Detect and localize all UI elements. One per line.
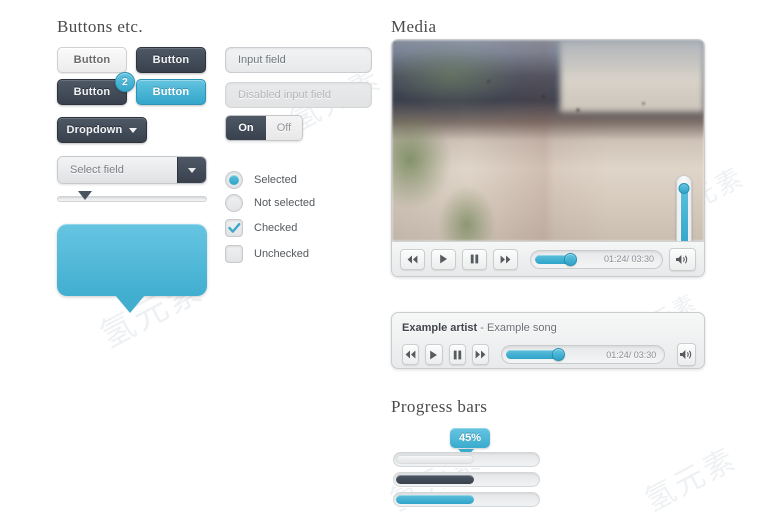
play-icon[interactable] <box>425 344 443 365</box>
video-still-speck <box>542 95 545 98</box>
radio-dot <box>229 175 239 185</box>
buttons-section-heading: Buttons etc. <box>57 17 144 36</box>
audio-seek-track[interactable] <box>506 348 600 361</box>
progress-bar-blue <box>393 492 540 507</box>
notification-badge: 2 <box>115 72 135 92</box>
video-seek-track[interactable] <box>535 252 598 266</box>
speaker-icon[interactable] <box>677 343 696 366</box>
dark-button-with-badge[interactable]: Button 2 <box>57 72 135 105</box>
select-field-value: Select field <box>58 157 177 183</box>
audio-controls-bar: 01:24/ 03:30 <box>402 343 696 366</box>
radio-selected-row[interactable]: Selected <box>225 171 297 189</box>
dark-badge-button-label: Button <box>73 86 111 98</box>
chevron-down-icon <box>129 127 138 133</box>
video-time-display: 01:24/ 03:30 <box>603 254 654 264</box>
video-still-speck <box>576 108 580 112</box>
radio-not-selected-row[interactable]: Not selected <box>225 194 315 212</box>
dropdown-button[interactable]: Dropdown <box>57 117 147 143</box>
checkbox-checked-row[interactable]: Checked <box>225 219 297 237</box>
radio-selected-icon[interactable] <box>225 171 243 189</box>
speech-bubble-tail <box>115 295 145 313</box>
chevron-down-icon <box>188 167 196 173</box>
select-field[interactable]: Select field <box>57 156 207 184</box>
video-still-speck <box>487 80 490 83</box>
play-icon[interactable] <box>431 248 456 270</box>
dropdown-button-label: Dropdown <box>66 124 123 136</box>
checkbox-unchecked-label: Unchecked <box>254 248 310 260</box>
toggle-off-segment[interactable]: Off <box>266 116 302 140</box>
speech-bubble <box>57 224 207 296</box>
range-slider-thumb[interactable] <box>77 191 92 200</box>
text-input[interactable]: Input field <box>225 47 372 73</box>
checkbox-checked-label: Checked <box>254 222 298 234</box>
ui-kit-canvas: Buttons etc. Button Button Button 2 Butt… <box>0 0 760 530</box>
fast-forward-icon[interactable] <box>471 344 490 365</box>
audio-artist: Example artist <box>402 322 478 334</box>
radio-selected-label: Selected <box>254 174 297 186</box>
audio-song: Example song <box>486 322 557 334</box>
rewind-icon[interactable] <box>402 344 420 365</box>
fast-forward-icon[interactable] <box>493 248 518 270</box>
audio-separator: - <box>477 322 487 334</box>
video-still-sky <box>560 40 704 113</box>
disabled-text-input: Disabled input field <box>225 82 372 108</box>
audio-time-display: 01:24/ 03:30 <box>606 349 657 360</box>
progress-tooltip: 45% <box>450 428 491 448</box>
radio-unselected-icon[interactable] <box>225 194 243 212</box>
video-controls-bar: 01:24/ 03:30 <box>392 241 704 276</box>
speaker-icon[interactable] <box>669 247 696 271</box>
video-still-image <box>392 40 704 241</box>
audio-seek-bar[interactable]: 01:24/ 03:30 <box>501 345 666 364</box>
dark-button[interactable]: Button <box>136 47 206 73</box>
toggle-on-segment[interactable]: On <box>226 116 266 140</box>
pause-icon[interactable] <box>462 248 487 270</box>
audio-player[interactable]: Example artist - Example song 01:24/ 03:… <box>391 312 705 369</box>
progress-bar-light <box>393 452 540 467</box>
progress-bar-dark-fill <box>396 475 474 484</box>
progress-bar-light-fill <box>396 455 474 464</box>
video-player[interactable]: 01:24/ 03:30 <box>391 39 705 277</box>
radio-not-selected-label: Not selected <box>254 197 316 209</box>
media-section-heading: Media <box>391 17 437 36</box>
video-volume-knob[interactable] <box>678 182 690 194</box>
checkbox-unchecked-icon[interactable] <box>225 245 243 263</box>
video-seek-bar[interactable]: 01:24/ 03:30 <box>530 249 663 269</box>
progress-bar-blue-fill <box>396 495 474 504</box>
pause-icon[interactable] <box>448 344 466 365</box>
video-seek-knob[interactable] <box>563 252 577 266</box>
video-still-speck <box>642 102 645 105</box>
range-slider-track[interactable] <box>57 191 207 202</box>
light-button[interactable]: Button <box>57 47 127 73</box>
progress-bar-dark <box>393 472 540 487</box>
audio-seek-knob[interactable] <box>551 348 565 361</box>
checkbox-checked-icon[interactable] <box>225 219 243 237</box>
rewind-icon[interactable] <box>400 248 425 270</box>
select-field-arrow[interactable] <box>177 157 206 183</box>
blue-button[interactable]: Button <box>136 79 206 105</box>
audio-track-title: Example artist - Example song <box>402 322 696 334</box>
checkbox-unchecked-row[interactable]: Unchecked <box>225 245 309 263</box>
progress-section-heading: Progress bars <box>391 397 488 416</box>
audio-seek-fill <box>506 350 558 359</box>
on-off-toggle[interactable]: On Off <box>225 115 303 141</box>
